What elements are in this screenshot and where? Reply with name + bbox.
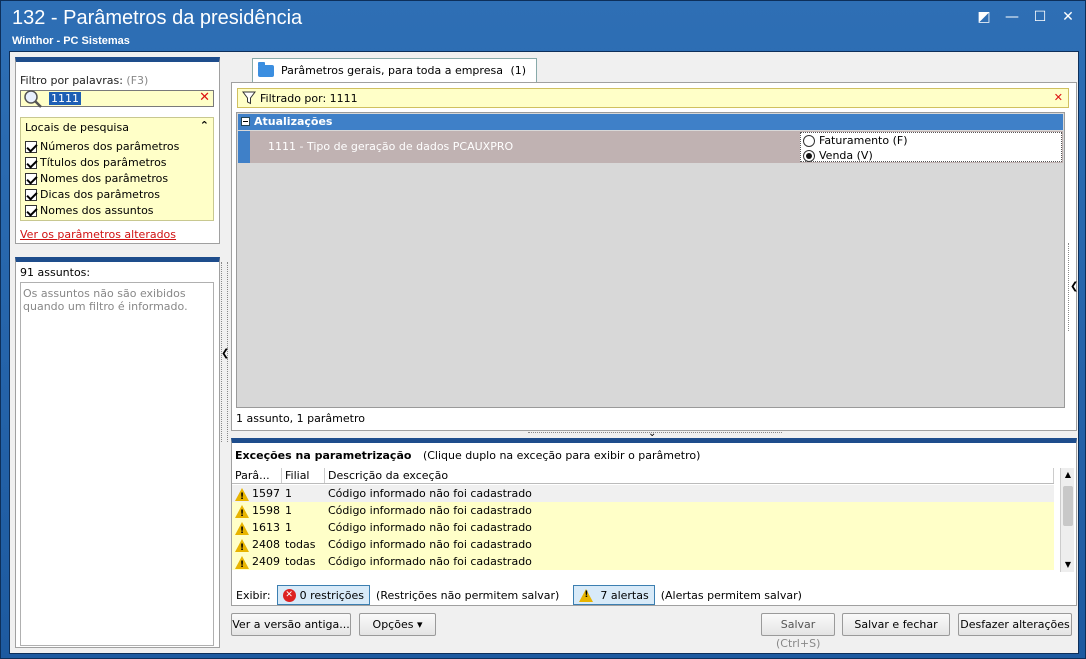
search-locations-title: Locais de pesquisa bbox=[25, 121, 129, 134]
collapse-up-icon[interactable]: ⌃ bbox=[200, 119, 209, 132]
filter-label: Filtro por palavras: (F3) bbox=[20, 74, 149, 87]
exibir-label: Exibir: bbox=[236, 588, 271, 602]
column-header-filial[interactable]: Filial bbox=[282, 468, 325, 483]
options-button[interactable]: Opções ▾ bbox=[359, 613, 436, 636]
search-value: 1111 bbox=[49, 92, 81, 105]
app-window: 132 - Parâmetros da presidência Winthor … bbox=[0, 0, 1086, 659]
scroll-down-icon[interactable]: ▼ bbox=[1061, 558, 1075, 572]
folder-icon bbox=[258, 62, 274, 77]
warning-icon bbox=[235, 538, 249, 557]
display-filter-bar: Exibir: ✕ 0 restrições (Restrições não p… bbox=[236, 585, 802, 605]
restrictions-toggle-button[interactable]: ✕ 0 restrições bbox=[276, 585, 371, 605]
old-version-button[interactable]: Ver a versão antiga... bbox=[231, 613, 351, 636]
subjects-count: 91 assuntos: bbox=[20, 266, 91, 279]
clear-filter-icon[interactable]: ✕ bbox=[199, 90, 210, 105]
client-area: Filtro por palavras: (F3) 1111 ✕ Locais … bbox=[9, 51, 1079, 654]
subjects-list: Os assuntos não são exibidos quando um f… bbox=[20, 282, 214, 646]
collapse-minus-icon[interactable] bbox=[241, 117, 250, 126]
subjects-panel: 91 assuntos: Os assuntos não são exibido… bbox=[15, 257, 220, 648]
checkbox-dicas[interactable]: Dicas dos parâmetros bbox=[25, 188, 160, 201]
error-icon: ✕ bbox=[282, 588, 296, 602]
column-header-descricao[interactable]: Descrição da exceção bbox=[325, 468, 1054, 483]
scroll-thumb[interactable] bbox=[1063, 486, 1073, 526]
checkbox-titulos[interactable]: Títulos dos parâmetros bbox=[25, 156, 167, 169]
funnel-icon bbox=[242, 91, 256, 105]
table-row[interactable]: 1598 1 Código informado não foi cadastra… bbox=[232, 502, 1054, 523]
close-icon[interactable]: ✕ bbox=[1059, 9, 1077, 25]
window-controls: ◩ — ☐ ✕ bbox=[975, 9, 1077, 25]
active-filter-bar: Filtrado por: 1111 ✕ bbox=[237, 88, 1069, 108]
radio-checked-icon[interactable] bbox=[803, 149, 815, 162]
restore-icon[interactable]: ◩ bbox=[975, 9, 993, 25]
chevron-left-icon[interactable]: ❮ bbox=[1070, 281, 1078, 292]
right-splitter[interactable]: ❮ bbox=[1068, 243, 1078, 331]
changed-params-link[interactable]: Ver os parâmetros alterados bbox=[20, 228, 176, 241]
warning-icon bbox=[235, 487, 249, 506]
vertical-scrollbar[interactable]: ▲ ▼ bbox=[1060, 468, 1074, 572]
alerts-note: (Alertas permitem salvar) bbox=[660, 588, 802, 602]
row-marker bbox=[238, 131, 250, 163]
table-row[interactable]: 2408 todas Código informado não foi cada… bbox=[232, 536, 1054, 557]
table-header: Parâ... Filial Descrição da exceção bbox=[232, 468, 1054, 484]
warning-icon bbox=[235, 555, 249, 574]
checkbox-checked-icon[interactable] bbox=[25, 204, 37, 217]
filter-text: Filtrado por: 1111 bbox=[260, 92, 358, 105]
title-bar[interactable]: 132 - Parâmetros da presidência Winthor … bbox=[1, 1, 1085, 51]
save-close-button[interactable]: Salvar e fechar bbox=[842, 613, 950, 636]
table-row[interactable]: 1597 1 Código informado não foi cadastra… bbox=[232, 485, 1054, 506]
tab-label: Parâmetros gerais, para toda a empresa bbox=[281, 64, 503, 77]
filter-shortcut-hint: (F3) bbox=[126, 74, 149, 87]
radio-venda[interactable]: Venda (V) bbox=[803, 149, 873, 162]
window-subtitle: Winthor - PC Sistemas bbox=[12, 35, 130, 47]
group-header[interactable]: Atualizações bbox=[238, 114, 1063, 130]
remove-filter-icon[interactable]: ✕ bbox=[1054, 91, 1063, 104]
warning-icon bbox=[235, 521, 249, 540]
tab-count: (1) bbox=[510, 64, 527, 77]
filter-panel: Filtro por palavras: (F3) 1111 ✕ Locais … bbox=[15, 57, 220, 244]
checkbox-numeros[interactable]: Números dos parâmetros bbox=[25, 140, 179, 153]
exceptions-header: Exceções na parametrização (Clique duplo… bbox=[235, 449, 700, 462]
checkbox-checked-icon[interactable] bbox=[25, 172, 37, 185]
warning-icon bbox=[235, 504, 249, 523]
table-row[interactable]: 1613 1 Código informado não foi cadastra… bbox=[232, 519, 1054, 540]
checkbox-nomes[interactable]: Nomes dos parâmetros bbox=[25, 172, 168, 185]
status-summary: 1 assunto, 1 parâmetro bbox=[236, 412, 365, 425]
parameter-value-cell[interactable]: Faturamento (F) Venda (V) bbox=[800, 132, 1062, 162]
save-shortcut-hint: (Ctrl+S) bbox=[776, 637, 821, 650]
exceptions-instruction: (Clique duplo na exceção para exibir o p… bbox=[422, 449, 701, 462]
warning-icon bbox=[579, 588, 594, 602]
undo-changes-button[interactable]: Desfazer alterações bbox=[958, 613, 1072, 636]
parameters-panel: Filtrado por: 1111 ✕ Atualizações 1111 -… bbox=[231, 82, 1078, 431]
subjects-empty-message: Os assuntos não são exibidos quando um f… bbox=[23, 287, 188, 313]
exceptions-table: Parâ... Filial Descrição da exceção 1597… bbox=[232, 468, 1074, 574]
window-title: 132 - Parâmetros da presidência bbox=[12, 7, 303, 29]
checkbox-assuntos[interactable]: Nomes dos assuntos bbox=[25, 204, 154, 217]
maximize-icon[interactable]: ☐ bbox=[1031, 9, 1049, 25]
magnifier-icon bbox=[24, 90, 42, 108]
checkbox-checked-icon[interactable] bbox=[25, 156, 37, 169]
minimize-icon[interactable]: — bbox=[1003, 9, 1021, 25]
exceptions-panel: Exceções na parametrização (Clique duplo… bbox=[231, 438, 1077, 606]
save-button[interactable]: Salvar bbox=[761, 613, 835, 636]
checkbox-checked-icon[interactable] bbox=[25, 140, 37, 153]
exceptions-title: Exceções na parametrização bbox=[235, 449, 412, 462]
parameter-row[interactable]: 1111 - Tipo de geração de dados PCAUXPRO… bbox=[238, 131, 1063, 163]
checkbox-checked-icon[interactable] bbox=[25, 188, 37, 201]
chevron-left-icon[interactable]: ❮ bbox=[221, 348, 229, 359]
group-title: Atualizações bbox=[254, 115, 333, 128]
left-splitter[interactable]: ❮ bbox=[221, 262, 229, 442]
parameter-label: 1111 - Tipo de geração de dados PCAUXPRO bbox=[268, 140, 514, 153]
tab-parametros-gerais[interactable]: Parâmetros gerais, para toda a empresa (… bbox=[252, 58, 538, 82]
radio-unchecked-icon[interactable] bbox=[803, 134, 815, 147]
radio-faturamento[interactable]: Faturamento (F) bbox=[803, 134, 908, 147]
search-locations-box: Locais de pesquisa ⌃ Números dos parâmet… bbox=[20, 117, 214, 221]
search-input[interactable]: 1111 ✕ bbox=[20, 90, 214, 108]
column-header-param[interactable]: Parâ... bbox=[232, 468, 282, 483]
table-row[interactable]: 2409 todas Código informado não foi cada… bbox=[232, 553, 1054, 574]
alerts-toggle-button[interactable]: 7 alertas bbox=[573, 585, 655, 605]
restrictions-note: (Restrições não permitem salvar) bbox=[376, 588, 560, 602]
scroll-up-icon[interactable]: ▲ bbox=[1061, 468, 1075, 482]
parameters-grid: Atualizações 1111 - Tipo de geração de d… bbox=[236, 112, 1065, 408]
